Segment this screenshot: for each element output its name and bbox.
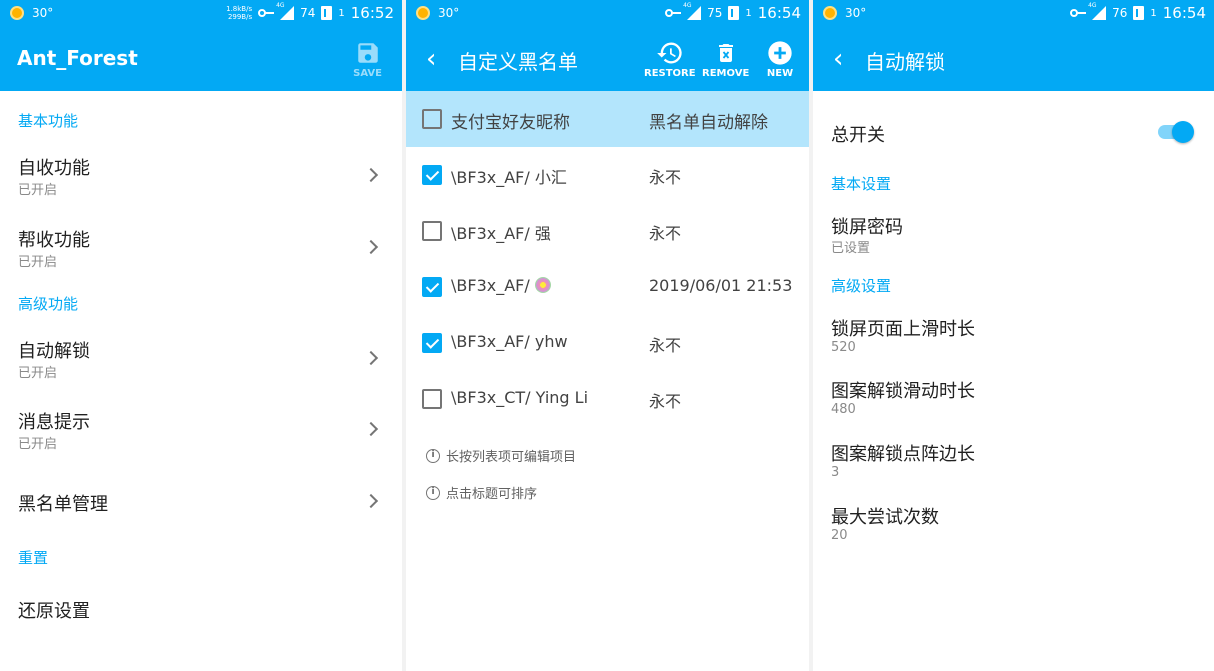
column-header-name[interactable]: 支付宝好友昵称 (451, 108, 570, 133)
clock: 16:52 (350, 4, 394, 22)
list-item[interactable]: \BF3x_AF/ 小汇 永不 (406, 147, 809, 203)
battery-level: 76 (1112, 6, 1128, 20)
chevron-right-icon (363, 421, 379, 437)
release-time: 永不 (649, 392, 682, 411)
release-time: 永不 (649, 168, 682, 187)
list-item[interactable]: \BF3x_AF/ yhw 永不 (406, 315, 809, 371)
release-time: 永不 (649, 336, 682, 355)
clock: 16:54 (1162, 4, 1206, 22)
signal-icon: 4G (276, 2, 295, 20)
status-bar: 30° 1.8kB/s 299B/s 4G 74 1 16:52 (0, 0, 402, 28)
page-title: 自定义黑名单 (458, 50, 578, 74)
list-header: 支付宝好友昵称 黑名单自动解除 (406, 91, 809, 147)
weather-sun-icon (416, 6, 430, 20)
restore-icon (656, 42, 682, 64)
row-checkbox[interactable] (422, 277, 442, 297)
row-checkbox[interactable] (422, 165, 442, 185)
app-bar: Ant_Forest SAVE (0, 28, 402, 91)
section-reset: 重置 (18, 549, 49, 567)
app-bar: ‹ 自动解锁 (813, 28, 1214, 91)
vpn-key-icon (1070, 8, 1087, 18)
add-circle-icon (768, 41, 792, 65)
flower-emoji-icon (534, 277, 551, 293)
row-checkbox[interactable] (422, 389, 442, 409)
clock: 16:54 (757, 4, 801, 22)
restore-button[interactable]: RESTORE (644, 38, 696, 79)
section-advanced: 高级功能 (18, 295, 79, 313)
back-arrow-icon[interactable]: ‹ (833, 46, 843, 72)
temperature: 30° (845, 6, 867, 20)
master-switch-label: 总开关 (831, 125, 885, 146)
new-button[interactable]: NEW (766, 38, 794, 79)
temperature: 30° (32, 6, 54, 20)
main-settings-screen: 30° 1.8kB/s 299B/s 4G 74 1 16:52 Ant_Fore… (0, 0, 402, 671)
select-all-checkbox[interactable] (422, 109, 442, 129)
battery-icon (1133, 6, 1145, 20)
weather-sun-icon (10, 6, 24, 20)
row-checkbox[interactable] (422, 221, 442, 241)
signal-icon: 4G (1088, 2, 1107, 20)
section-basic-settings: 基本设置 (831, 175, 892, 193)
master-switch-toggle[interactable] (1156, 121, 1194, 143)
sim-indicator: 1 (745, 7, 752, 19)
weather-sun-icon (823, 6, 837, 20)
remove-button[interactable]: REMOVE (702, 38, 749, 79)
column-header-release[interactable]: 黑名单自动解除 (649, 108, 768, 133)
sim-indicator: 1 (338, 7, 345, 19)
chevron-right-icon (363, 239, 379, 255)
app-bar: ‹ 自定义黑名单 RESTORE REMOVE NEW (406, 28, 809, 91)
back-arrow-icon[interactable]: ‹ (426, 46, 436, 72)
hint-sort: i 点击标题可排序 (426, 483, 537, 502)
section-basic: 基本功能 (18, 112, 79, 130)
friend-name: \BF3x_AF/ 小汇 (451, 168, 567, 187)
friend-name: \BF3x_AF/ 强 (451, 224, 551, 243)
chevron-right-icon (363, 493, 379, 509)
sim-indicator: 1 (1150, 7, 1157, 19)
vpn-key-icon (665, 8, 682, 18)
info-icon: i (426, 485, 440, 500)
battery-level: 75 (707, 6, 723, 20)
friend-name: \BF3x_AF/ yhw (451, 332, 568, 351)
list-item[interactable]: \BF3x_AF/ 强 永不 (406, 203, 809, 259)
app-title: Ant_Forest (17, 46, 138, 70)
battery-level: 74 (300, 6, 316, 20)
delete-icon (718, 44, 733, 62)
status-bar: 30° 4G 76 1 16:54 (813, 0, 1214, 28)
list-item[interactable]: \BF3x_CT/ Ying Li 永不 (406, 371, 809, 427)
status-bar: 30° 4G 75 1 16:54 (406, 0, 809, 28)
signal-icon: 4G (683, 2, 702, 20)
info-icon: i (426, 448, 440, 463)
friend-name: \BF3x_AF/ (451, 276, 551, 295)
section-advanced-settings: 高级设置 (831, 277, 892, 295)
blacklist-screen: 30° 4G 75 1 16:54 ‹ 自定义黑名单 RESTORE REMOV… (406, 0, 809, 671)
save-icon (357, 43, 378, 63)
vpn-key-icon (258, 8, 275, 18)
battery-icon (321, 6, 333, 20)
battery-icon (728, 6, 740, 20)
friend-name: \BF3x_CT/ Ying Li (451, 388, 589, 407)
list-item[interactable]: \BF3x_AF/ 2019/06/01 21:53 (406, 259, 809, 315)
release-time: 2019/06/01 21:53 (649, 276, 793, 295)
temperature: 30° (438, 6, 460, 20)
network-speed: 1.8kB/s 299B/s (226, 5, 253, 21)
auto-unlock-screen: 30° 4G 76 1 16:54 ‹ 自动解锁 总开关 基本设置 锁屏密码 已… (813, 0, 1214, 671)
save-label: SAVE (353, 68, 382, 79)
chevron-right-icon (363, 350, 379, 366)
hint-edit: i 长按列表项可编辑项目 (426, 446, 576, 465)
row-checkbox[interactable] (422, 333, 442, 353)
page-title: 自动解锁 (865, 50, 945, 74)
release-time: 永不 (649, 224, 682, 243)
chevron-right-icon (363, 167, 379, 183)
save-button[interactable]: SAVE (353, 38, 382, 79)
